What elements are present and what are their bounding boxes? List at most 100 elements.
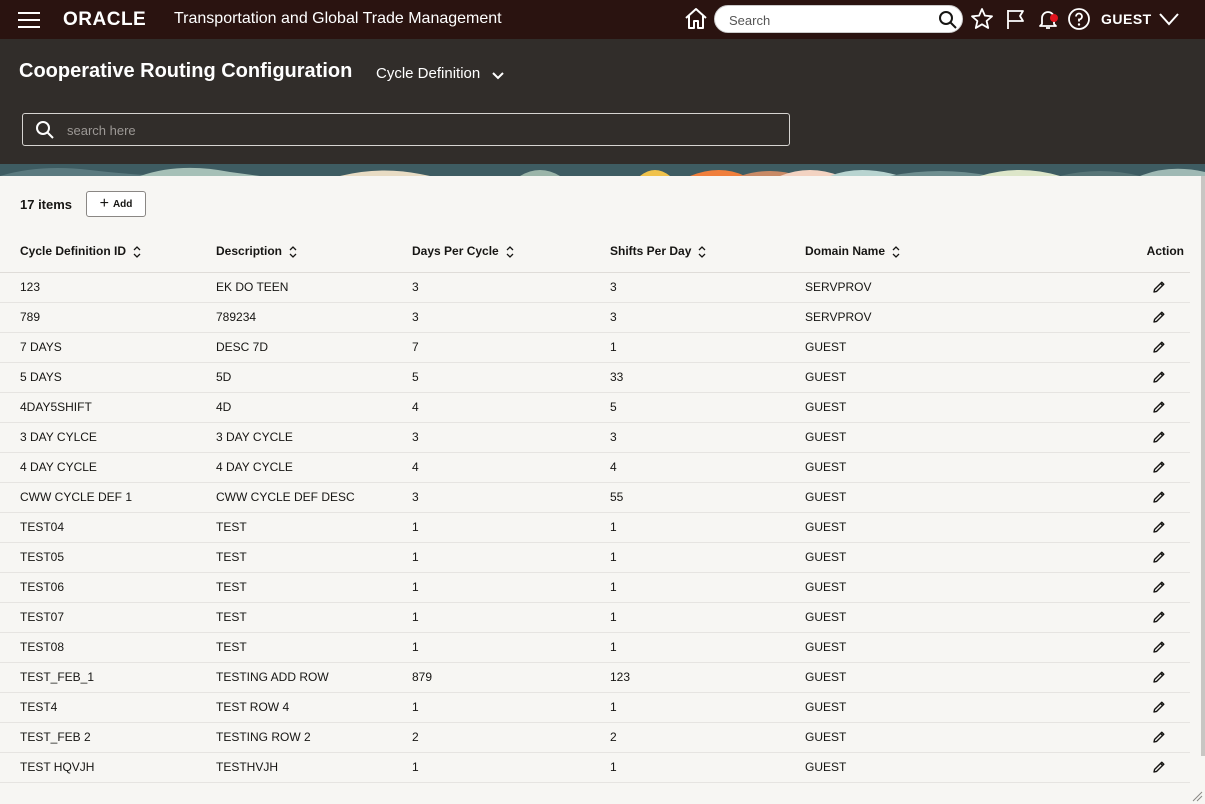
- cell-action: [1105, 692, 1190, 723]
- cell-shifts-per-day: 33: [610, 362, 805, 393]
- edit-pencil-icon[interactable]: [1152, 640, 1166, 654]
- table-row[interactable]: 7 DAYS DESC 7D 7 1 GUEST: [0, 332, 1190, 363]
- edit-pencil-icon[interactable]: [1152, 430, 1166, 444]
- app-title: Transportation and Global Trade Manageme…: [174, 10, 502, 27]
- cell-action: [1105, 602, 1190, 633]
- cell-cycle-definition-id: 3 DAY CYLCE: [0, 422, 216, 453]
- user-name[interactable]: GUEST: [1101, 11, 1152, 27]
- edit-pencil-icon[interactable]: [1152, 730, 1166, 744]
- page-subtitle-selector[interactable]: Cycle Definition: [376, 65, 480, 82]
- table-body: 123 EK DO TEEN 3 3 SERVPROV 789 789234 3 3 SERVPR…: [0, 272, 1190, 783]
- chevron-down-icon[interactable]: [1158, 9, 1180, 29]
- global-search[interactable]: [714, 5, 963, 33]
- column-header-days-per-cycle[interactable]: Days Per Cycle: [412, 231, 610, 273]
- sort-icon[interactable]: [891, 246, 901, 258]
- table-row[interactable]: TEST08 TEST 1 1 GUEST: [0, 632, 1190, 663]
- cell-action: [1105, 542, 1190, 573]
- add-button[interactable]: + Add: [86, 191, 146, 217]
- edit-pencil-icon[interactable]: [1152, 520, 1166, 534]
- table-row[interactable]: 123 EK DO TEEN 3 3 SERVPROV: [0, 272, 1190, 303]
- edit-pencil-icon[interactable]: [1152, 280, 1166, 294]
- table-row[interactable]: TEST04 TEST 1 1 GUEST: [0, 512, 1190, 543]
- edit-pencil-icon[interactable]: [1152, 370, 1166, 384]
- table-row[interactable]: TEST_FEB 2 TESTING ROW 2 2 2 GUEST: [0, 722, 1190, 753]
- column-header-cycle-definition-id[interactable]: Cycle Definition ID: [0, 231, 216, 273]
- menu-icon[interactable]: [18, 12, 40, 28]
- edit-pencil-icon[interactable]: [1152, 670, 1166, 684]
- home-icon[interactable]: [683, 6, 709, 32]
- global-search-input[interactable]: [729, 11, 929, 29]
- edit-pencil-icon[interactable]: [1152, 310, 1166, 324]
- cell-description: TEST: [216, 512, 412, 543]
- cell-description: 5D: [216, 362, 412, 393]
- table-row[interactable]: 789 789234 3 3 SERVPROV: [0, 302, 1190, 333]
- cell-days-per-cycle: 4: [412, 452, 610, 483]
- column-header-description[interactable]: Description: [216, 231, 412, 273]
- edit-pencil-icon[interactable]: [1152, 580, 1166, 594]
- search-icon[interactable]: [938, 10, 958, 30]
- table-row[interactable]: TEST05 TEST 1 1 GUEST: [0, 542, 1190, 573]
- cell-action: [1105, 512, 1190, 543]
- cell-days-per-cycle: 3: [412, 422, 610, 453]
- cell-days-per-cycle: 3: [412, 272, 610, 303]
- edit-pencil-icon[interactable]: [1152, 610, 1166, 624]
- cell-action: [1105, 572, 1190, 603]
- sort-icon[interactable]: [697, 246, 707, 258]
- cell-shifts-per-day: 5: [610, 392, 805, 423]
- table-row[interactable]: CWW CYCLE DEF 1 CWW CYCLE DEF DESC 3 55 GUES…: [0, 482, 1190, 513]
- table-row[interactable]: TEST HQVJH TESTHVJH 1 1 GUEST: [0, 752, 1190, 783]
- edit-pencil-icon[interactable]: [1152, 550, 1166, 564]
- decorative-banner: [0, 164, 1205, 176]
- cycle-definition-table: Cycle Definition ID Description Days Per…: [0, 231, 1190, 783]
- chevron-down-icon[interactable]: [490, 67, 506, 83]
- cell-description: TESTING ROW 2: [216, 722, 412, 753]
- favorites-star-icon[interactable]: [970, 7, 994, 31]
- record-search[interactable]: [22, 113, 790, 146]
- notifications-bell-icon[interactable]: [1036, 7, 1060, 31]
- top-bar: ORACLE Transportation and Global Trade M…: [0, 0, 1205, 39]
- table-row[interactable]: TEST4 TEST ROW 4 1 1 GUEST: [0, 692, 1190, 723]
- record-search-input[interactable]: [67, 121, 767, 139]
- cell-description: 3 DAY CYCLE: [216, 422, 412, 453]
- edit-pencil-icon[interactable]: [1152, 400, 1166, 414]
- cell-description: TESTHVJH: [216, 752, 412, 783]
- sort-icon[interactable]: [288, 246, 298, 258]
- plus-icon: +: [99, 195, 109, 212]
- sort-icon[interactable]: [132, 246, 142, 258]
- table-row[interactable]: 3 DAY CYLCE 3 DAY CYCLE 3 3 GUEST: [0, 422, 1190, 453]
- resize-handle-icon[interactable]: [1191, 790, 1203, 802]
- table-row[interactable]: TEST_FEB_1 TESTING ADD ROW 879 123 GUEST: [0, 662, 1190, 693]
- edit-pencil-icon[interactable]: [1152, 490, 1166, 504]
- cell-cycle-definition-id: 789: [0, 302, 216, 333]
- edit-pencil-icon[interactable]: [1152, 700, 1166, 714]
- cell-description: EK DO TEEN: [216, 272, 412, 303]
- cell-action: [1105, 392, 1190, 423]
- vertical-scrollbar[interactable]: [1201, 176, 1205, 756]
- cell-domain-name: GUEST: [805, 572, 1105, 603]
- flag-icon[interactable]: [1004, 7, 1028, 31]
- edit-pencil-icon[interactable]: [1152, 460, 1166, 474]
- table-header-row: Cycle Definition ID Description Days Per…: [0, 231, 1190, 273]
- help-icon[interactable]: [1067, 7, 1091, 31]
- table-row[interactable]: TEST06 TEST 1 1 GUEST: [0, 572, 1190, 603]
- edit-pencil-icon[interactable]: [1152, 340, 1166, 354]
- cell-description: TEST ROW 4: [216, 692, 412, 723]
- table-row[interactable]: 4 DAY CYCLE 4 DAY CYCLE 4 4 GUEST: [0, 452, 1190, 483]
- cell-cycle-definition-id: TEST07: [0, 602, 216, 633]
- column-header-shifts-per-day[interactable]: Shifts Per Day: [610, 231, 805, 273]
- edit-pencil-icon[interactable]: [1152, 760, 1166, 774]
- table-row[interactable]: TEST07 TEST 1 1 GUEST: [0, 602, 1190, 633]
- cell-action: [1105, 272, 1190, 303]
- cell-action: [1105, 752, 1190, 783]
- sort-icon[interactable]: [505, 246, 515, 258]
- cell-action: [1105, 662, 1190, 693]
- table-row[interactable]: 5 DAYS 5D 5 33 GUEST: [0, 362, 1190, 393]
- table-row[interactable]: 4DAY5SHIFT 4D 4 5 GUEST: [0, 392, 1190, 423]
- cell-domain-name: GUEST: [805, 512, 1105, 543]
- cell-shifts-per-day: 1: [610, 542, 805, 573]
- column-header-domain-name[interactable]: Domain Name: [805, 231, 1105, 273]
- cell-domain-name: GUEST: [805, 752, 1105, 783]
- cell-shifts-per-day: 3: [610, 302, 805, 333]
- cell-shifts-per-day: 1: [610, 512, 805, 543]
- cell-days-per-cycle: 3: [412, 482, 610, 513]
